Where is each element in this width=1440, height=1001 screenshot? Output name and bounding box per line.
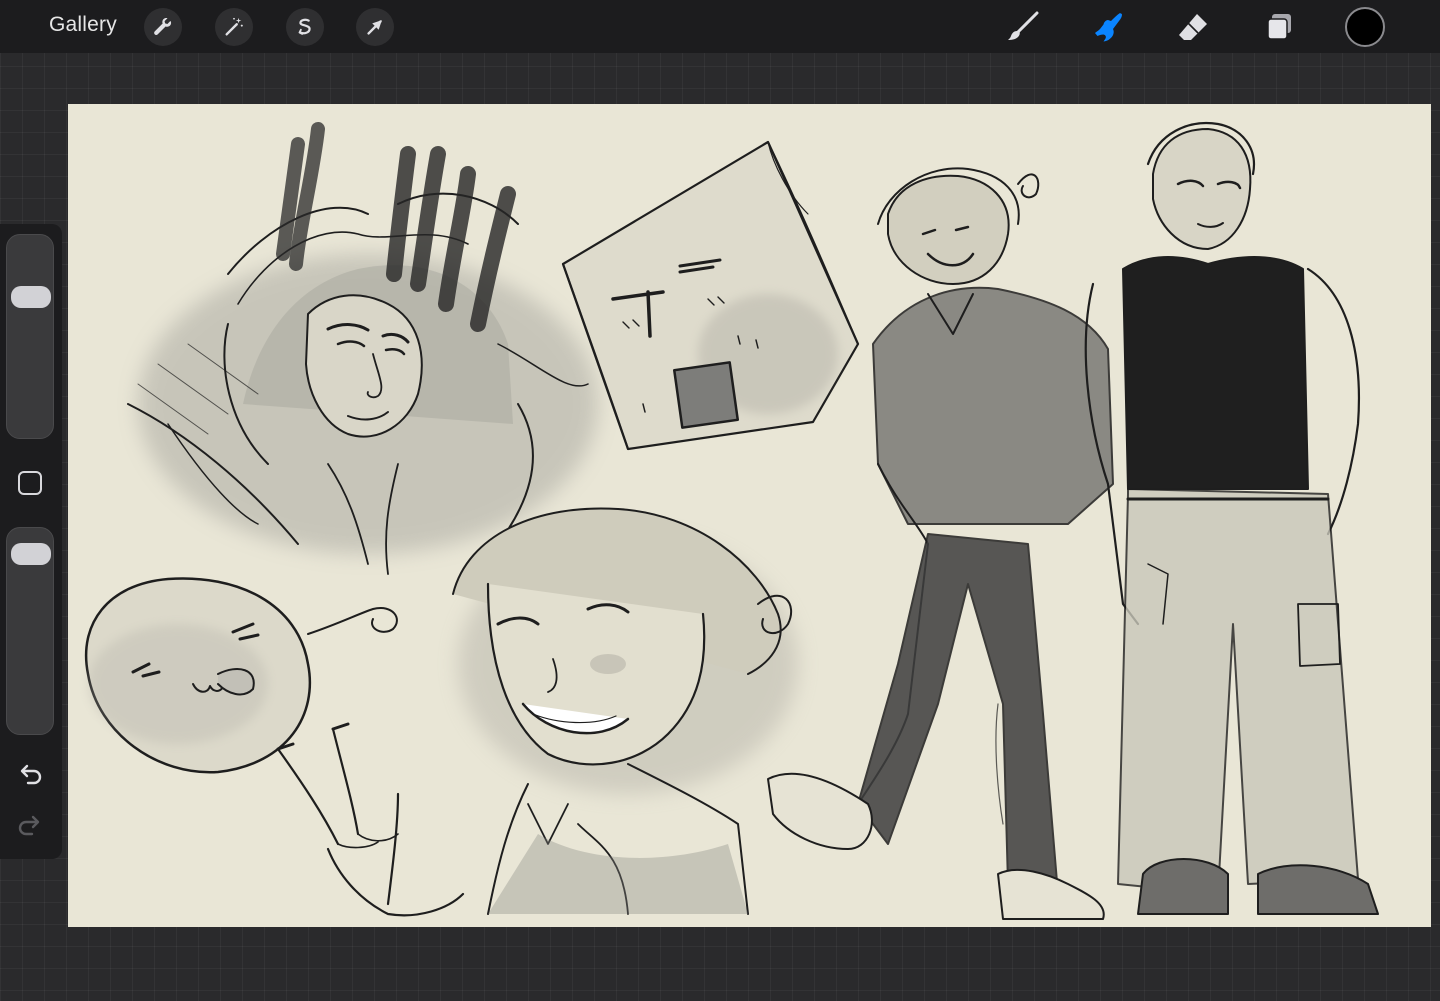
sketch-man-hands-on-head (127, 122, 598, 575)
side-toolbar (0, 224, 62, 859)
drawing-canvas[interactable] (68, 104, 1431, 927)
color-picker-button[interactable] (1345, 7, 1385, 47)
modify-button[interactable] (18, 471, 42, 495)
selection-icon[interactable] (286, 8, 324, 46)
opacity-thumb[interactable] (11, 542, 51, 565)
sketch-artwork (84, 121, 1379, 920)
brush-icon[interactable] (1004, 8, 1042, 46)
sketch-smiling-boy (452, 507, 798, 915)
sketch-blob-mascot (84, 577, 398, 774)
wrench-icon[interactable] (144, 8, 182, 46)
transform-arrow-icon[interactable] (356, 8, 394, 46)
undo-icon[interactable] (14, 761, 46, 793)
brush-size-thumb[interactable] (11, 285, 51, 308)
eraser-icon[interactable] (1174, 8, 1212, 46)
sketch-box-face (561, 140, 860, 451)
sketch-peace-hand (276, 722, 465, 917)
layers-icon[interactable] (1260, 8, 1298, 46)
magic-wand-icon[interactable] (215, 8, 253, 46)
top-toolbar: Gallery (0, 0, 1440, 53)
smudge-icon[interactable] (1089, 8, 1127, 46)
sketch-tall-man-tank-top (1084, 121, 1379, 915)
opacity-slider[interactable] (6, 527, 54, 735)
brush-size-slider[interactable] (6, 234, 54, 439)
redo-icon[interactable] (14, 812, 46, 844)
gallery-button[interactable]: Gallery (49, 13, 117, 37)
